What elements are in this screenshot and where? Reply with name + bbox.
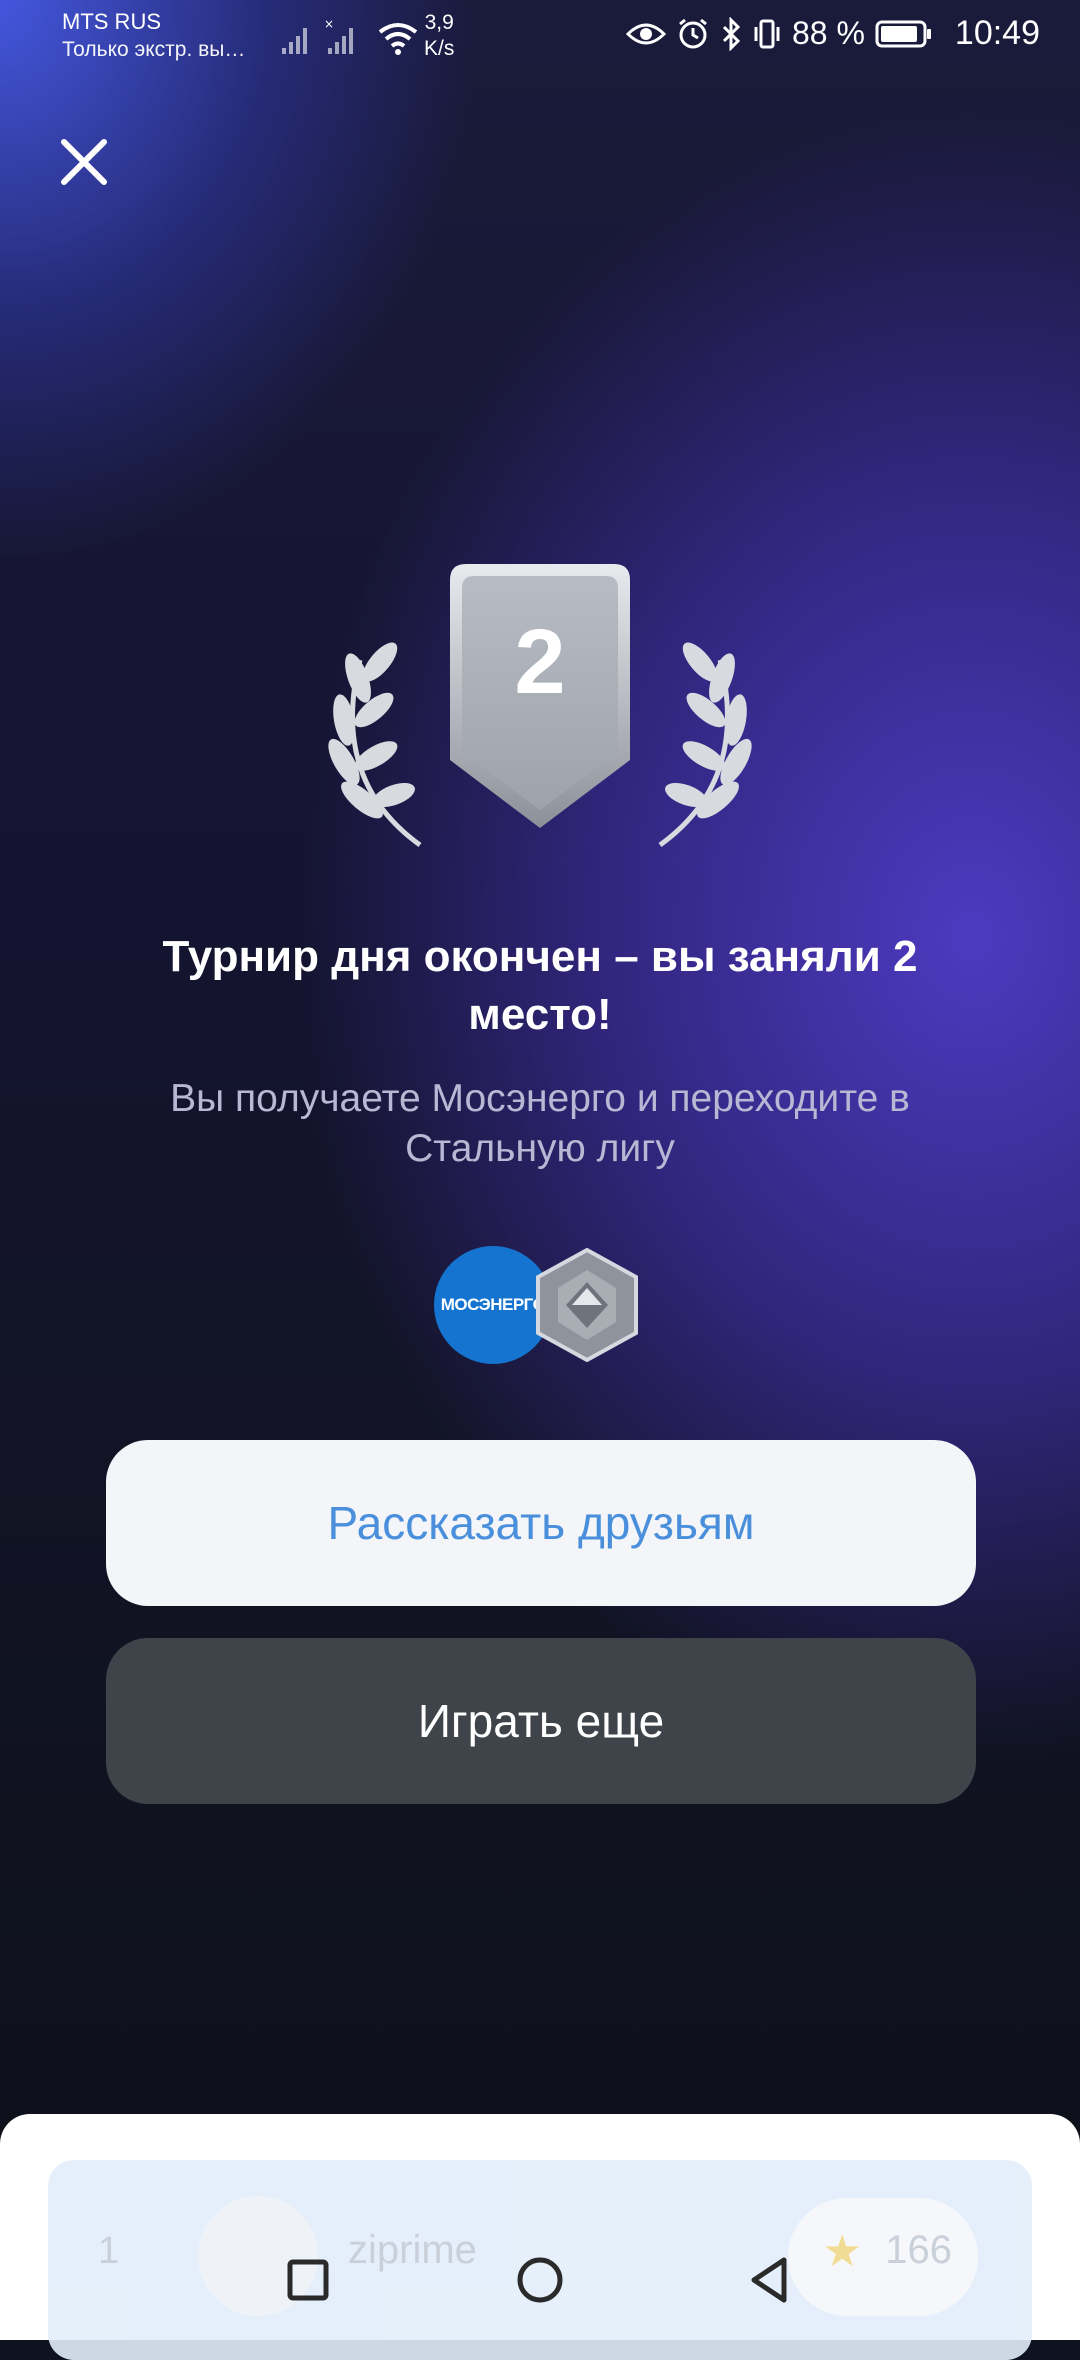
share-with-friends-button[interactable]: Рассказать друзьям <box>106 1440 976 1606</box>
place-trophy: 2 <box>300 550 780 870</box>
svg-text:×: × <box>324 18 334 31</box>
net-speed-unit: K/s <box>424 37 455 60</box>
back-button[interactable] <box>740 2250 800 2310</box>
carrier-info: MTS RUS Только экстр. вы… <box>62 8 245 64</box>
result-headline: Турнир дня окончен – вы заняли 2 место! <box>162 932 918 1039</box>
rewards-group: МОСЭНЕРГО <box>434 1246 644 1366</box>
system-navigation-bar <box>0 2220 1080 2340</box>
clock: 10:49 <box>954 14 1040 52</box>
close-button[interactable] <box>56 134 112 190</box>
net-speed-value: 3,9 <box>424 11 454 34</box>
home-button[interactable] <box>510 2250 570 2310</box>
battery-icon <box>875 20 931 47</box>
circle-icon <box>517 2257 563 2303</box>
play-again-button[interactable]: Играть еще <box>106 1638 976 1804</box>
bluetooth-icon <box>722 16 741 51</box>
carrier-status: Только экстр. вы… <box>62 38 246 61</box>
status-bar: MTS RUS Только экстр. вы… × 3,9 K/s 88 %… <box>0 0 1080 80</box>
close-icon <box>61 139 107 185</box>
battery-percent: 88 % <box>791 15 865 51</box>
alarm-icon <box>679 18 707 48</box>
signal-group: × <box>280 18 420 56</box>
net-speed: 3,9 K/s <box>424 10 454 62</box>
wifi-icon <box>378 23 418 55</box>
vibrate-icon <box>754 19 780 48</box>
steel-league-badge-icon <box>536 1248 638 1362</box>
status-right: 88 % 10:49 <box>625 14 1040 53</box>
place-number: 2 <box>514 611 566 713</box>
eye-icon <box>625 23 666 44</box>
signal-icon: × <box>282 18 353 54</box>
square-icon <box>287 2259 329 2301</box>
result-subline: Вы получаете Мосэнерго и переходите в Ст… <box>170 1077 910 1170</box>
back-triangle-icon <box>751 2257 787 2303</box>
carrier-name: MTS RUS <box>62 9 161 34</box>
recents-button[interactable] <box>278 2250 338 2310</box>
